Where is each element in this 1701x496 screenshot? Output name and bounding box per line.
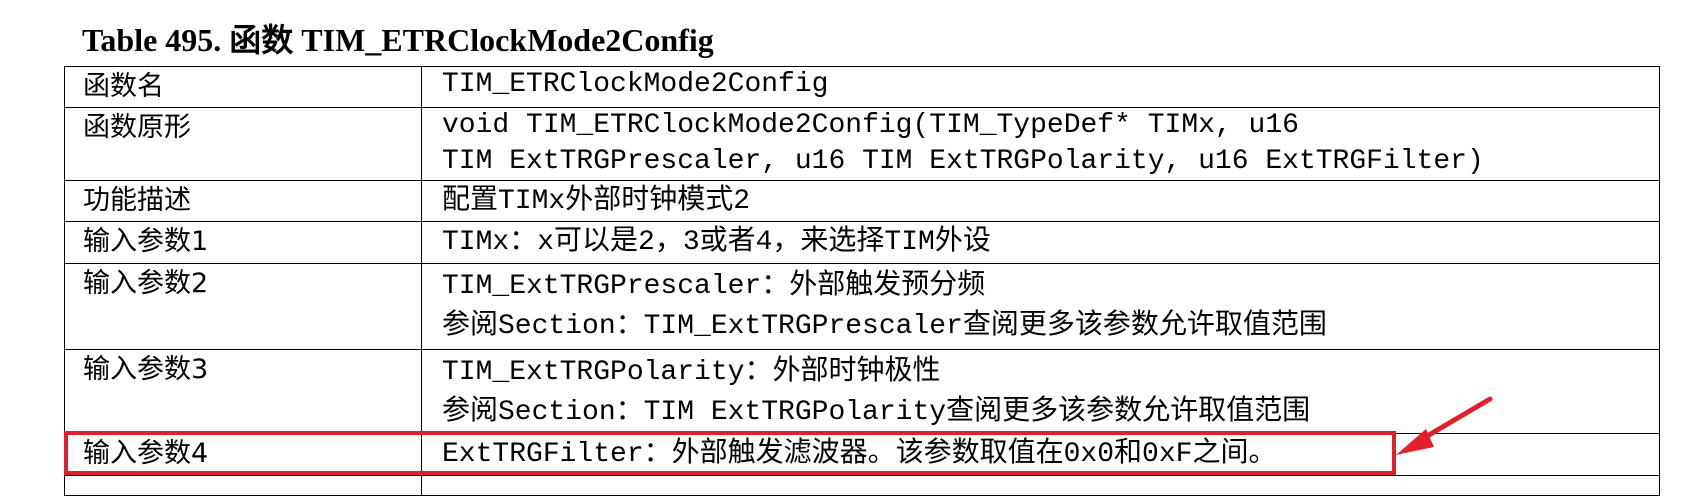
- row-value-param2: TIM_ExtTRGPrescaler：外部触发预分频 参阅Section：TI…: [421, 263, 1660, 350]
- table-row: 功能描述 配置TIMx外部时钟模式2: [64, 180, 1660, 222]
- table-row: 输入参数2 TIM_ExtTRGPrescaler：外部触发预分频 参阅Sect…: [64, 263, 1660, 350]
- value-line: TIM_ExtTRGPrescaler：外部触发预分频: [442, 271, 986, 302]
- value-line: 参阅Section：TIM_ExtTRGPrescaler查阅更多该参数允许取值…: [442, 311, 1327, 342]
- value-line: 配置TIMx外部时钟模式2: [442, 186, 751, 217]
- row-value-function-name: TIM_ETRClockMode2Config: [421, 66, 1660, 108]
- value-line: TIMx：x可以是2，3或者4，来选择TIM外设: [442, 227, 991, 258]
- row-value-truncated: [421, 475, 1660, 496]
- row-key-description: 功能描述: [64, 180, 422, 222]
- row-value-prototype: void TIM_ETRClockMode2Config(TIM_TypeDef…: [421, 107, 1660, 181]
- row-key-param3: 输入参数3: [64, 349, 422, 434]
- red-arrow-icon: [1396, 396, 1493, 455]
- value-line: TIM_ExtTRGPolarity：外部时钟极性: [442, 357, 941, 388]
- row-key-prototype: 函数原形: [64, 107, 422, 181]
- row-key-function-name: 函数名: [64, 66, 422, 108]
- row-key-truncated: [64, 475, 422, 496]
- row-key-param1: 输入参数1: [64, 221, 422, 264]
- table-row: [64, 475, 1660, 496]
- value-line: TIM_ETRClockMode2Config: [442, 69, 829, 100]
- row-value-param1: TIMx：x可以是2，3或者4，来选择TIM外设: [421, 221, 1660, 264]
- highlight-box: [64, 431, 1396, 475]
- table-row: 函数原形 void TIM_ETRClockMode2Config(TIM_Ty…: [64, 107, 1660, 181]
- table-caption: Table 495. 函数 TIM_ETRClockMode2Config: [82, 22, 714, 58]
- value-line: TIM ExtTRGPrescaler, u16 TIM ExtTRGPolar…: [442, 146, 1484, 177]
- table-row: 输入参数1 TIMx：x可以是2，3或者4，来选择TIM外设: [64, 221, 1660, 264]
- table-row: 函数名 TIM_ETRClockMode2Config: [64, 66, 1660, 108]
- row-key-param2: 输入参数2: [64, 263, 422, 350]
- value-line: void TIM_ETRClockMode2Config(TIM_TypeDef…: [442, 110, 1299, 141]
- row-value-description: 配置TIMx外部时钟模式2: [421, 180, 1660, 222]
